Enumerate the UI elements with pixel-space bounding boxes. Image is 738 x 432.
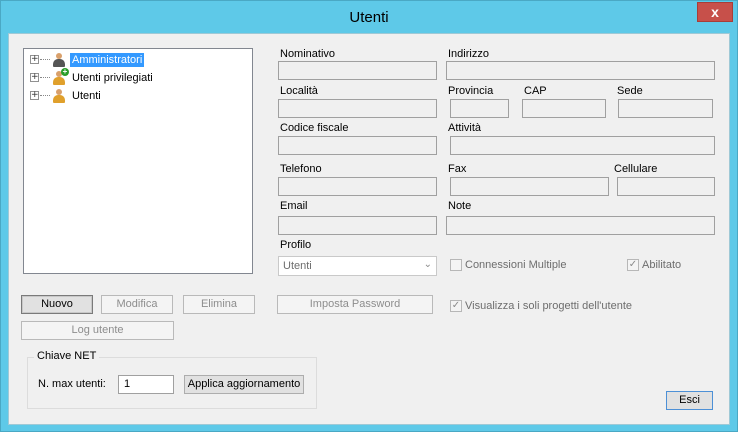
indirizzo-field[interactable] [446,61,715,80]
window-title: Utenti [349,9,389,26]
tree-item-label: Amministratori [70,52,145,67]
add-user-icon: + [51,67,69,86]
admin-users-icon [51,52,67,68]
imposta-password-button[interactable]: Imposta Password [277,295,433,314]
fax-field[interactable] [450,177,609,196]
nominativo-field[interactable] [278,61,437,80]
cellulare-label: Cellulare [614,163,658,175]
indirizzo-label: Indirizzo [448,48,489,60]
max-utenti-label: N. max utenti: [38,378,106,390]
users-icon [51,88,67,104]
tree-item-utenti-privilegiati[interactable]: + + Utenti privilegiati [30,67,155,86]
telefono-field[interactable] [278,177,437,196]
localita-label: Località [280,85,318,97]
attivita-field[interactable] [450,136,715,155]
abilitato-checkbox[interactable]: ✓ Abilitato [627,259,681,271]
cellulare-field[interactable] [617,177,715,196]
elimina-button[interactable]: Elimina [183,295,255,314]
expand-icon[interactable]: + [30,73,39,82]
tree-item-label: Utenti [72,89,101,102]
checkbox-box[interactable] [450,259,462,271]
codice-fiscale-label: Codice fiscale [280,122,349,134]
tree-item-utenti[interactable]: + Utenti [30,87,103,104]
tree-item-label: Utenti privilegiati [72,71,153,84]
note-field[interactable] [446,216,715,235]
email-label: Email [280,200,308,212]
connessioni-multiple-checkbox[interactable]: Connessioni Multiple [450,259,567,271]
max-utenti-field[interactable]: 1 [118,375,174,394]
localita-field[interactable] [278,99,437,118]
profilo-selected-value: Utenti [283,260,312,272]
check-icon[interactable]: ✓ [450,300,462,312]
sede-label: Sede [617,85,643,97]
note-label: Note [448,200,472,212]
email-field[interactable] [278,216,437,235]
log-utente-button[interactable]: Log utente [21,321,174,340]
fax-label: Fax [448,163,467,175]
provincia-field[interactable] [450,99,509,118]
chiave-net-title: Chiave NET [34,350,100,362]
visualizza-progetti-checkbox[interactable]: ✓ Visualizza i soli progetti dell'utente [450,300,632,312]
applica-aggiornamento-button[interactable]: Applica aggiornamento [184,375,304,394]
esci-button[interactable]: Esci [666,391,713,410]
sede-field[interactable] [618,99,713,118]
modifica-button[interactable]: Modifica [101,295,173,314]
tree-connector [40,76,50,79]
tree-item-amministratori[interactable]: + Amministratori [30,51,145,68]
check-icon[interactable]: ✓ [627,259,639,271]
tree-connector [40,58,50,61]
profilo-select[interactable]: Utenti ⌄ [278,256,437,276]
attivita-label: Attività [448,122,482,134]
profilo-label: Profilo [280,239,312,251]
chevron-down-icon: ⌄ [423,259,432,270]
telefono-label: Telefono [280,163,322,175]
cap-field[interactable] [522,99,606,118]
user-group-tree[interactable]: + Amministratori + + Utenti privilegiati… [23,48,253,274]
codice-fiscale-field[interactable] [278,136,437,155]
abilitato-label: Abilitato [642,259,682,271]
connessioni-multiple-label: Connessioni Multiple [465,259,567,271]
cap-label: CAP [524,85,547,97]
provincia-label: Provincia [448,85,494,97]
close-button[interactable]: x [697,2,733,22]
visualizza-progetti-label: Visualizza i soli progetti dell'utente [465,300,632,312]
tree-connector [40,94,50,97]
expand-icon[interactable]: + [30,55,39,64]
title-bar[interactable]: Utenti x [1,1,737,33]
expand-icon[interactable]: + [30,91,39,100]
nuovo-button[interactable]: Nuovo [21,295,93,314]
nominativo-label: Nominativo [280,48,336,60]
